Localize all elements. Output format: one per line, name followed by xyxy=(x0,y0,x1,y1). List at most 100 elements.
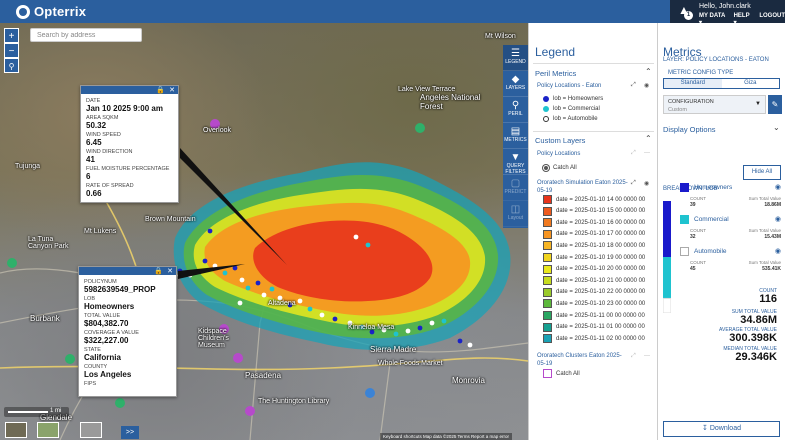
map-label: Tujunga xyxy=(15,163,41,170)
legend-swatch xyxy=(543,264,552,274)
lock-icon[interactable]: 🔒 xyxy=(154,267,163,275)
edit-config-button[interactable]: ✎ xyxy=(768,95,782,114)
map-label: Kidspace Children's Museum xyxy=(198,328,229,349)
basemap-satellite-thumb[interactable] xyxy=(5,422,27,438)
legend-swatch xyxy=(543,369,552,378)
policy-locations-title: Policy Locations xyxy=(537,151,581,157)
eye-off-icon[interactable]: — xyxy=(644,150,650,156)
custom-layers-header[interactable]: Custom Layers xyxy=(535,136,585,145)
lob-share-bar xyxy=(663,201,671,313)
share-segment-homeowners xyxy=(663,201,671,257)
list-icon: ☰ xyxy=(511,48,520,59)
eye-icon[interactable]: ◉ xyxy=(775,247,781,255)
eye-icon[interactable]: ◉ xyxy=(775,183,781,191)
popup-field-value: 6 xyxy=(86,172,91,181)
brand-logo[interactable]: Opterrix xyxy=(16,4,86,19)
rail-peril[interactable]: ⚲ PERIL xyxy=(503,97,528,123)
map-label: Altadena xyxy=(268,300,296,307)
popup-field-value: 6.45 xyxy=(86,138,102,147)
expand-icon[interactable]: ⤢ xyxy=(631,180,636,187)
zoom-out-button[interactable]: − xyxy=(4,43,19,58)
zoom-in-button[interactable]: + xyxy=(4,28,19,43)
popup-field-value: 0.66 xyxy=(86,189,102,198)
scale-track xyxy=(8,411,48,413)
legend-date-item: date = 2025-01-10 20 00 0000 00 xyxy=(543,264,645,274)
basemap-street-thumb[interactable] xyxy=(80,422,102,438)
legend-date-item: date = 2025-01-10 16 00 0000 00 xyxy=(543,218,645,228)
rail-legend[interactable]: ☰ LEGEND xyxy=(503,45,528,71)
brand-name: Opterrix xyxy=(34,4,87,19)
hide-all-button[interactable]: Hide All xyxy=(743,165,781,180)
user-menu: ▲ 1 Hello, John.clark MY DATA HELP LOGOU… xyxy=(670,0,785,23)
legend-date-item: date = 2025-01-10 14 00 0000 00 xyxy=(543,195,645,204)
expand-basemaps-button[interactable]: >> xyxy=(121,426,139,439)
map-label: Angeles National Forest xyxy=(420,93,481,111)
legend-date-item: date = 2025-01-10 17 00 0000 00 xyxy=(543,229,645,239)
scale-label: 1 mi xyxy=(50,408,62,414)
rail-layout[interactable]: ◫ Layout xyxy=(503,201,528,227)
total-sum: SUM TOTAL VALUE 34.86M xyxy=(731,309,777,326)
chevron-down-icon[interactable]: ⌄ xyxy=(773,123,780,132)
rail-predict[interactable]: ▢ PREDICT xyxy=(503,175,528,201)
eye-icon[interactable]: ◉ xyxy=(644,180,649,187)
locate-icon[interactable]: ⚲ xyxy=(4,58,19,73)
share-segment-commercial xyxy=(663,257,671,299)
map-attribution: Keyboard shortcuts Map data ©2025 Terms … xyxy=(380,433,513,440)
peril-metrics-header[interactable]: Peril Metrics xyxy=(535,69,576,78)
total-count: COUNT 116 xyxy=(759,288,777,305)
pencil-icon: ✎ xyxy=(771,100,779,109)
legend-swatch xyxy=(543,241,552,251)
chevron-up-icon[interactable]: ⌃ xyxy=(645,67,652,76)
map-label: Kinneloa Mesa xyxy=(348,324,395,331)
map-label: Mt Wilson xyxy=(485,33,516,40)
eye-off-icon[interactable]: — xyxy=(644,353,650,359)
legend-swatch xyxy=(543,276,552,286)
display-options-header[interactable]: Display Options xyxy=(663,125,716,134)
download-icon: ↧ xyxy=(702,425,708,432)
address-search-input[interactable] xyxy=(30,28,142,42)
map-label: Burbank xyxy=(30,314,60,323)
expand-icon[interactable]: ⤢ xyxy=(631,353,636,360)
total-average: AVERAGE TOTAL VALUE 300.398K xyxy=(719,327,777,344)
config-type-label: METRIC CONFIG TYPE xyxy=(668,70,734,76)
expand-icon[interactable]: ⤢ xyxy=(631,150,636,157)
popup-field-value: $322,227.00 xyxy=(84,336,129,345)
tool-rail: ☰ LEGEND ◆ LAYERS ⚲ PERIL ▤ METRICS ▼ QU… xyxy=(503,45,528,228)
legend-panel: Legend Peril Metrics ⌃ Policy Locations … xyxy=(528,23,657,440)
total-median: MEDIAN TOTAL VALUE 29.346K xyxy=(723,346,777,363)
eye-icon[interactable]: ◉ xyxy=(775,215,781,223)
lock-icon[interactable]: 🔒 xyxy=(156,86,165,94)
popup-field-value: Jan 10 2025 9:00 am xyxy=(86,104,163,113)
lob-swatch xyxy=(680,215,689,224)
map-label: Mt Lukens xyxy=(84,228,117,235)
rail-query-filters[interactable]: ▼ QUERY FILTERS xyxy=(503,149,528,175)
popup-field-label: FUEL MOISTURE PERCENTAGE xyxy=(86,166,170,172)
legend-date-item: date = 2025-01-10 18 00 0000 00 xyxy=(543,241,645,251)
download-button[interactable]: ↧ Download xyxy=(663,421,780,437)
predict-icon: ▢ xyxy=(510,178,521,189)
basemap-terrain-thumb[interactable] xyxy=(37,422,59,438)
map-label: Lake View Terrace xyxy=(398,86,456,93)
config-standard-option[interactable]: Standard xyxy=(664,79,722,88)
popup-field-value: 41 xyxy=(86,155,95,164)
metrics-panel: Metrics LAYER: POLICY LOCATIONS - EATON … xyxy=(657,23,785,440)
rail-layers[interactable]: ◆ LAYERS xyxy=(503,71,528,97)
eye-icon[interactable]: ◉ xyxy=(644,82,649,89)
popup-field-value: Los Angeles xyxy=(84,370,132,379)
map-view[interactable]: + − ⚲ Mt Wilson Lake View Terrace Angele… xyxy=(0,23,528,440)
close-icon[interactable]: ✕ xyxy=(169,86,175,94)
rail-metrics[interactable]: ▤ METRICS xyxy=(503,123,528,149)
simulation-title: Ororatech Simulation Eaton 2025-05-19 xyxy=(537,180,628,194)
legend-date-item: date = 2025-01-11 00 00 0000 00 xyxy=(543,311,645,320)
bar-chart-icon: ▤ xyxy=(510,126,521,137)
popup-field-value: Homeowners xyxy=(84,302,135,311)
legend-date-item: date = 2025-01-10 19 00 0000 00 xyxy=(543,253,645,262)
configuration-select[interactable]: CONFIGURATION Custom ▼ xyxy=(663,95,766,114)
popup-field-value: 5982639549_PROP xyxy=(84,285,156,294)
share-segment-automobile xyxy=(663,297,671,313)
map-label: Pasadena xyxy=(245,371,282,380)
close-icon[interactable]: ✕ xyxy=(167,267,173,275)
config-giza-option[interactable]: Giza xyxy=(722,79,780,88)
chevron-up-icon[interactable]: ⌃ xyxy=(645,134,652,143)
expand-icon[interactable]: ⤢ xyxy=(631,82,636,89)
